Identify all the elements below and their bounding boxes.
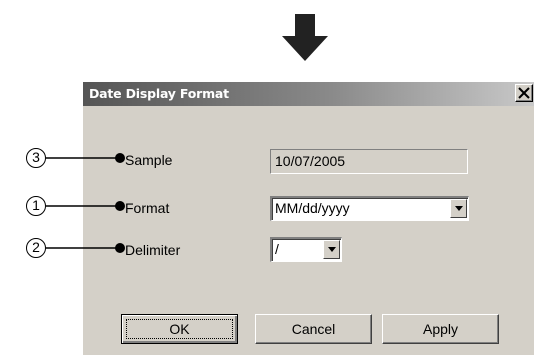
callout-lines — [46, 153, 125, 253]
callout-marker-sample: ③3 — [26, 148, 46, 168]
callout-marker-delimiter: ②2 — [26, 238, 46, 258]
callout-dot-delimiter — [115, 243, 125, 253]
callout-dot-sample — [115, 153, 125, 163]
callout-dot-format — [115, 201, 125, 211]
callout-marker-format: ①1 — [26, 196, 46, 216]
screenshot-stage: Date Display Format Sample 10/07/2005 Fo… — [0, 0, 534, 355]
